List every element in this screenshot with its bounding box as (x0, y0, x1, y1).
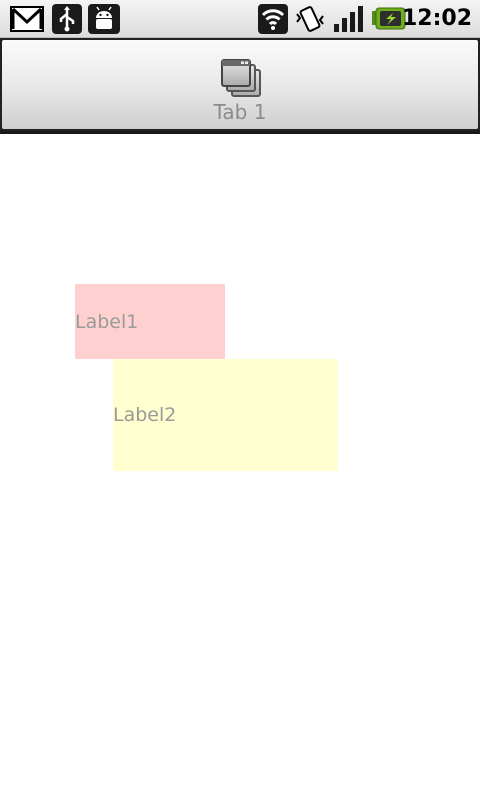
tab-bar: Tab 1 (0, 38, 480, 133)
app-screen: 12:02 Tab 1 Label1 Label2 (0, 0, 480, 800)
windows-stack-icon (221, 59, 261, 97)
label2-text: Label2 (113, 404, 177, 426)
android-debug-icon (88, 4, 120, 34)
signal-icon (334, 6, 363, 32)
gmail-icon (10, 6, 44, 32)
status-time: 12:02 (401, 6, 472, 31)
label1-text: Label1 (75, 310, 139, 333)
label2: Label2 (113, 359, 338, 471)
vibrate-icon (296, 6, 324, 32)
status-bar: 12:02 (0, 0, 480, 38)
usb-icon (52, 4, 82, 34)
wifi-icon (258, 4, 288, 34)
tab-bar-divider (0, 131, 480, 134)
battery-charging-icon (372, 7, 406, 30)
label1: Label1 (75, 284, 225, 359)
tab-1[interactable]: Tab 1 (2, 40, 478, 129)
tab-1-label: Tab 1 (213, 100, 267, 124)
